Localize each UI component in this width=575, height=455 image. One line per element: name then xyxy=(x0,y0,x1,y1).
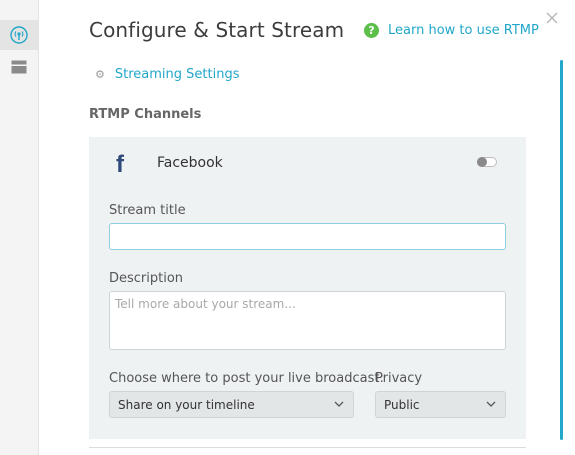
description-placeholder: Tell more about your stream... xyxy=(115,297,296,311)
page-title: Configure & Start Stream xyxy=(89,18,345,42)
streaming-settings-label: Streaming Settings xyxy=(114,67,240,82)
help-icon: ? xyxy=(364,23,379,38)
channel-name: Facebook xyxy=(157,155,223,171)
rail-broadcast[interactable] xyxy=(0,20,38,50)
streaming-settings-link[interactable]: ⚙ Streaming Settings xyxy=(95,67,239,82)
post-where-value: Share on your timeline xyxy=(118,398,255,412)
close-icon[interactable] xyxy=(544,10,560,26)
gear-icon: ⚙ xyxy=(95,68,105,81)
help-link-label: Learn how to use RTMP xyxy=(388,23,539,38)
privacy-value: Public xyxy=(384,398,420,412)
facebook-icon: f xyxy=(116,151,124,178)
privacy-label: Privacy xyxy=(375,371,423,386)
left-rail xyxy=(0,0,39,455)
layout-icon xyxy=(11,60,27,74)
scrollbar[interactable] xyxy=(560,60,563,440)
broadcast-icon xyxy=(10,26,28,44)
privacy-select[interactable]: Public xyxy=(375,391,506,418)
chevron-down-icon xyxy=(334,401,344,407)
chevron-down-icon xyxy=(486,401,496,407)
toggle-knob xyxy=(477,157,487,167)
stream-title-label: Stream title xyxy=(109,203,186,218)
channel-card-facebook: f Facebook Stream title Description Tell… xyxy=(89,137,526,439)
post-where-select[interactable]: Share on your timeline xyxy=(109,391,354,418)
help-link[interactable]: ? Learn how to use RTMP xyxy=(364,23,539,38)
channel-toggle[interactable] xyxy=(477,157,497,167)
description-textarea[interactable]: Tell more about your stream... xyxy=(109,291,506,350)
description-label: Description xyxy=(109,271,184,286)
post-where-label: Choose where to post your live broadcast… xyxy=(109,371,384,386)
section-title: RTMP Channels xyxy=(89,107,202,122)
divider xyxy=(89,447,526,448)
rail-layout[interactable] xyxy=(0,52,38,82)
stream-title-input[interactable] xyxy=(109,223,506,250)
